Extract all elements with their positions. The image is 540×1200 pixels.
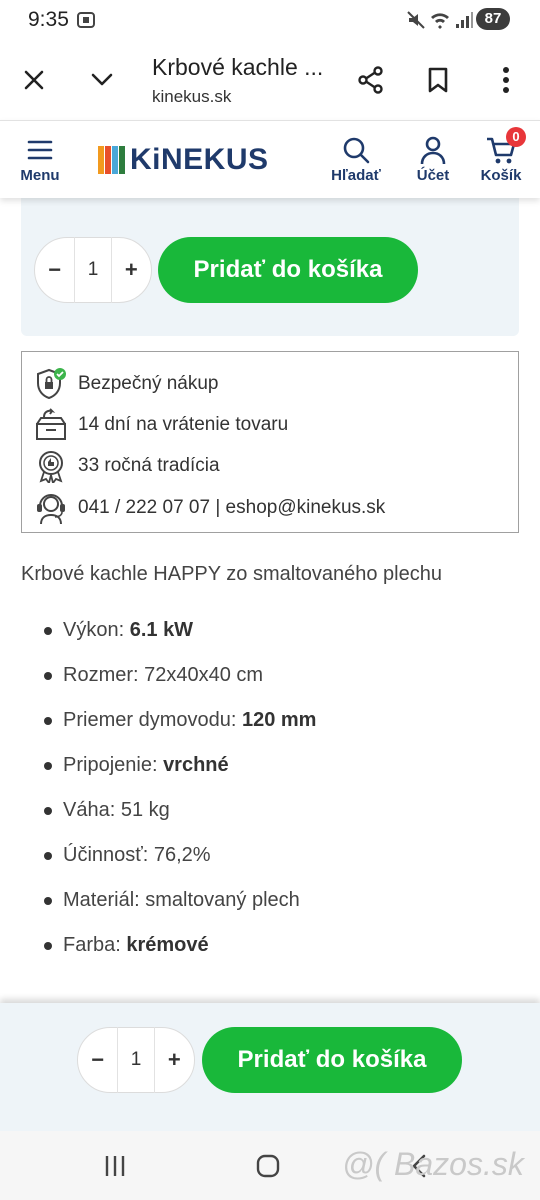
logo-text: KiNEKUS [130,143,269,176]
page-url[interactable]: kinekus.sk [152,87,231,107]
page-title: Krbové kachle ... [152,54,324,80]
spec-label: Pripojenie: [63,754,164,776]
spec-value: smaltovaný plech [145,889,300,911]
cart-label: Košík [480,167,522,184]
decrease-quantity-button[interactable]: − [78,1047,117,1073]
share-icon [358,66,383,94]
spec-item: Výkon: 6.1 kW [40,608,520,653]
feature-text: 14 dní na vrátenie tovaru [78,414,289,435]
battery-indicator: 87 [476,8,510,30]
spec-value: 6.1 kW [129,619,194,641]
share-button[interactable] [351,60,391,100]
quantity-input[interactable]: 1 [117,1027,155,1093]
watermark: @( Bazos.sk [342,1146,524,1182]
spec-value: 76,2% [153,844,211,866]
chevron-down-icon [91,73,113,86]
feature-text[interactable]: 041 / 222 07 07 | eshop@kinekus.sk [78,497,385,519]
spec-label: Farba: [63,934,127,956]
logo-mark [98,146,126,174]
increase-quantity-button[interactable]: + [155,1047,194,1073]
spec-value: 120 mm [241,709,317,731]
spec-item: Váha: 51 kg [40,788,520,833]
spec-value: vrchné [163,754,229,776]
feature-text: Bezpečný nákup [78,373,219,394]
spec-list: Výkon: 6.1 kW Rozmer: 72x40x40 cm Prieme… [40,608,520,968]
status-bar: 9:35 87 [0,0,540,40]
wifi-icon [430,10,450,30]
site-header: Menu KiNEKUS Hľadať Účet Košík [0,120,540,198]
bookmark-button[interactable] [418,60,458,100]
product-description-title: Krbové kachle HAPPY zo smaltovaného plec… [21,563,442,585]
buy-panel: − 1 + Pridať do košíka [21,198,519,336]
hamburger-icon [27,140,53,160]
spec-item: Rozmer: 72x40x40 cm [40,653,520,698]
spec-item: Priemer dymovodu: 120 mm [40,698,520,743]
spec-label: Priemer dymovodu: [63,709,242,731]
support-headset-icon [37,494,65,525]
signal-icon [454,10,474,30]
menu-label: Menu [20,167,60,184]
spec-item: Farba: krémové [40,923,520,968]
status-time: 9:35 [28,8,69,31]
screenshot-icon [76,10,96,30]
more-vertical-icon [503,67,509,93]
search-label: Hľadať [331,167,381,184]
add-to-cart-button[interactable]: Pridať do košíka [158,237,418,303]
search-button[interactable]: Hľadať [328,121,384,199]
return-box-icon [36,408,66,440]
sticky-quantity-stepper: − 1 + [77,1027,195,1093]
quantity-stepper: − 1 + [34,237,152,303]
secure-shopping-icon [37,368,66,400]
spec-value: 72x40x40 cm [144,664,264,686]
bookmark-icon [428,67,448,93]
home-icon [256,1154,280,1178]
spec-label: Rozmer: [63,664,145,686]
tradition-badge-icon [39,451,63,483]
home-button[interactable] [255,1153,283,1181]
more-options-button[interactable] [486,60,526,100]
spec-item: Pripojenie: vrchné [40,743,520,788]
account-label: Účet [416,167,450,184]
increase-quantity-button[interactable]: + [112,257,151,283]
spec-label: Účinnosť: [63,844,154,866]
recent-apps-icon [105,1156,125,1176]
account-button[interactable]: Účet [408,121,458,199]
mute-icon [406,10,426,30]
trust-features-box: Bezpečný nákup 14 dní na vrátenie tovaru… [21,351,519,533]
spec-label: Výkon: [63,619,130,641]
feature-text: 33 ročná tradícia [78,455,220,476]
menu-button[interactable]: Menu [12,121,68,199]
spec-label: Váha: [63,799,121,821]
close-icon [24,70,44,90]
feature-contact: 041 / 222 07 07 | eshop@kinekus.sk [34,490,385,526]
feature-tradition: 33 ročná tradícia [34,448,220,484]
spec-label: Materiál: [63,889,146,911]
sticky-add-to-cart-bar: − 1 + Pridať do košíka [0,1003,540,1131]
spec-value: 51 kg [120,799,170,821]
decrease-quantity-button[interactable]: − [35,257,74,283]
collapse-button[interactable] [82,60,122,100]
feature-returns: 14 dní na vrátenie tovaru [34,407,288,443]
close-tab-button[interactable] [14,60,54,100]
cart-count-badge: 0 [506,127,526,147]
browser-toolbar: Krbové kachle ... kinekus.sk [0,40,540,120]
spec-item: Materiál: smaltovaný plech [40,878,520,923]
site-logo[interactable]: KiNEKUS [98,143,269,177]
user-icon [420,136,446,165]
spec-item: Účinnosť: 76,2% [40,833,520,878]
search-icon [343,137,370,164]
sticky-add-to-cart-button[interactable]: Pridať do košíka [202,1027,462,1093]
recent-apps-button[interactable] [100,1153,136,1179]
feature-secure-shopping: Bezpečný nákup [34,366,219,402]
spec-value: krémové [126,934,209,956]
quantity-input[interactable]: 1 [74,237,112,303]
